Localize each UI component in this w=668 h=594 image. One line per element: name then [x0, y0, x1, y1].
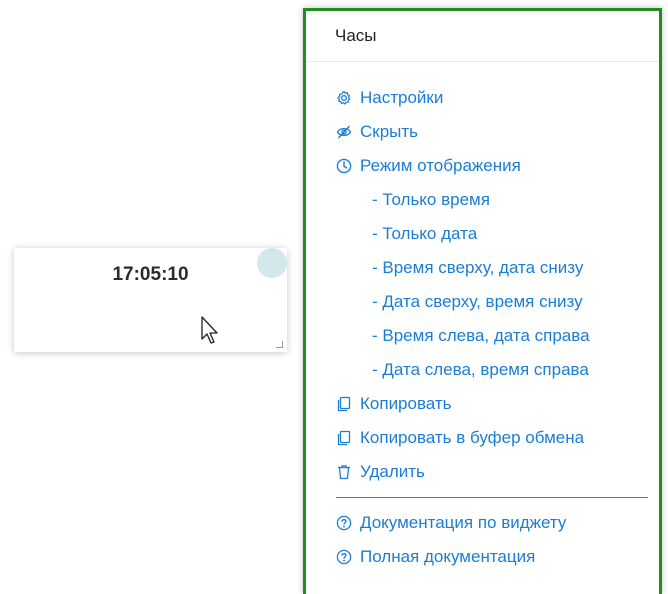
question-circle-icon [336, 515, 352, 531]
question-circle-icon [336, 549, 352, 565]
menu-item-copy-to-clipboard[interactable]: Копировать в буфер обмена [306, 421, 659, 455]
menu-divider [336, 497, 648, 498]
clock-widget[interactable]: 17:05:10 [14, 248, 287, 352]
copy-icon [336, 430, 352, 446]
menu-title: Часы [306, 11, 659, 62]
menu-item-delete[interactable]: Удалить [306, 455, 659, 489]
display-mode-time-only[interactable]: - Только время [306, 183, 659, 217]
menu-item-label: Копировать в буфер обмена [360, 428, 585, 447]
menu-item-label: Документация по виджету [360, 513, 567, 532]
widget-drag-handle[interactable] [257, 248, 287, 278]
display-mode-date-only[interactable]: - Только дата [306, 217, 659, 251]
gear-icon [336, 90, 352, 106]
trash-icon [336, 464, 352, 480]
menu-item-full-docs[interactable]: Полная документация [306, 540, 659, 574]
menu-item-settings[interactable]: Настройки [306, 81, 659, 115]
display-mode-date-left-time-right[interactable]: - Дата слева, время справа [306, 353, 659, 387]
mouse-cursor-icon [201, 316, 218, 344]
context-menu: Часы Настройки Скрыть Режим отображения [303, 8, 662, 594]
display-mode-time-top-date-bottom[interactable]: - Время сверху, дата снизу [306, 251, 659, 285]
menu-item-label: Режим отображения [360, 156, 521, 175]
menu-item-label: Копировать [360, 394, 452, 413]
page: 17:05:10 Часы Настройки Скрыть Режим ото… [0, 0, 668, 594]
menu-item-label: Настройки [360, 88, 444, 107]
menu-item-widget-docs[interactable]: Документация по виджету [306, 506, 659, 540]
eye-slash-icon [336, 124, 352, 140]
menu-item-label: Полная документация [360, 547, 536, 566]
menu-item-copy[interactable]: Копировать [306, 387, 659, 421]
menu-items: Настройки Скрыть Режим отображения - Тол… [306, 62, 659, 574]
clock-icon [336, 158, 352, 174]
menu-item-display-mode[interactable]: Режим отображения [306, 149, 659, 183]
display-mode-time-left-date-right[interactable]: - Время слева, дата справа [306, 319, 659, 353]
display-mode-date-top-time-bottom[interactable]: - Дата сверху, время снизу [306, 285, 659, 319]
copy-icon [336, 396, 352, 412]
menu-item-label: Удалить [360, 462, 425, 481]
menu-item-label: Скрыть [360, 122, 419, 141]
clock-time: 17:05:10 [112, 264, 189, 285]
menu-item-hide[interactable]: Скрыть [306, 115, 659, 149]
resize-handle[interactable] [276, 341, 283, 348]
